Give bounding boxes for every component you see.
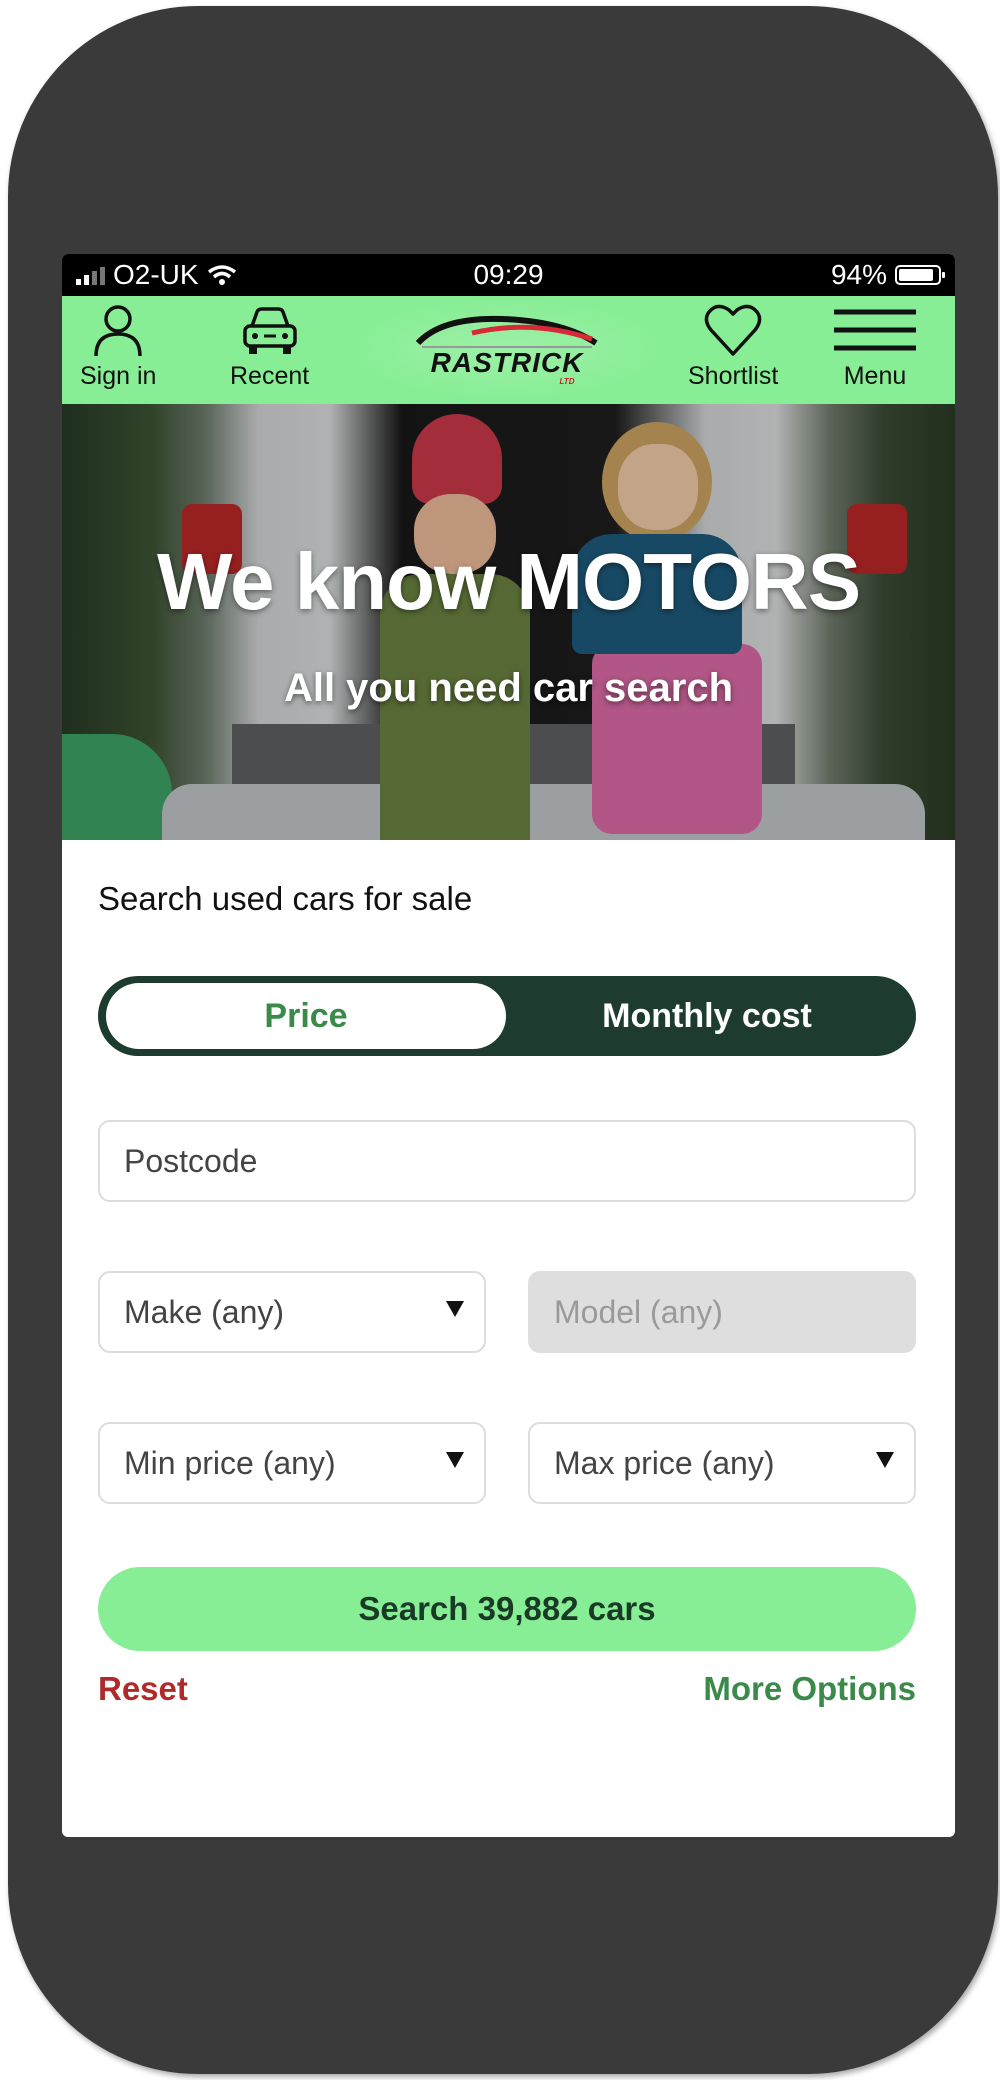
toggle-price[interactable]: Price (106, 983, 506, 1049)
sign-in-label: Sign in (80, 362, 157, 390)
logo-subtext: LTD (559, 376, 575, 386)
status-time: 09:29 (473, 259, 544, 290)
car-icon (242, 307, 297, 354)
chevron-down-icon (446, 1301, 464, 1317)
user-icon (94, 305, 142, 357)
toggle-monthly-cost[interactable]: Monthly cost (506, 983, 908, 1049)
hero-title: We know MOTORS (156, 537, 861, 626)
hamburger-icon (834, 309, 916, 351)
phone-frame: O2-UK 09:29 94% Sign in Recent RASTRICK … (8, 6, 998, 2074)
battery-icon (895, 265, 945, 285)
price-mode-toggle: Price Monthly cost (98, 976, 916, 1056)
shortlist-label: Shortlist (688, 362, 779, 390)
app-screen: O2-UK 09:29 94% Sign in Recent RASTRICK … (62, 254, 955, 1837)
make-select[interactable]: Make (any) (98, 1271, 486, 1353)
chevron-down-icon (446, 1452, 464, 1468)
more-options-link[interactable]: More Options (703, 1670, 916, 1708)
menu-label: Menu (843, 362, 907, 390)
max-price-select[interactable]: Max price (any) (528, 1422, 916, 1504)
status-bar: O2-UK 09:29 94% (62, 254, 955, 296)
top-nav: Sign in Recent RASTRICK LTD Shortlist Me… (62, 296, 955, 404)
menu-button[interactable]: Menu (832, 302, 918, 391)
reset-link[interactable]: Reset (98, 1670, 188, 1708)
rastrick-logo[interactable]: RASTRICK LTD (362, 302, 652, 396)
hero-subtitle: All you need car search (283, 666, 734, 710)
model-select[interactable]: Model (any) (528, 1271, 916, 1353)
battery-percent: 94% (830, 259, 887, 290)
search-button[interactable]: Search 39,882 cars (98, 1567, 916, 1651)
sign-in-button[interactable]: Sign in (80, 302, 156, 391)
postcode-input[interactable]: Postcode (98, 1120, 916, 1202)
min-price-value: Min price (any) (124, 1444, 336, 1481)
hero-banner: We know MOTORS All you need car search (62, 404, 955, 840)
max-price-value: Max price (any) (554, 1444, 775, 1481)
chevron-down-icon (876, 1452, 894, 1468)
logo-text: RASTRICK (430, 346, 584, 378)
recent-button[interactable]: Recent (230, 302, 309, 391)
heart-icon (704, 304, 762, 356)
model-select-value: Model (any) (554, 1293, 723, 1330)
shortlist-button[interactable]: Shortlist (688, 302, 778, 391)
make-select-value: Make (any) (124, 1293, 285, 1330)
search-heading: Search used cars for sale (98, 880, 473, 917)
min-price-select[interactable]: Min price (any) (98, 1422, 486, 1504)
recent-label: Recent (230, 362, 310, 390)
